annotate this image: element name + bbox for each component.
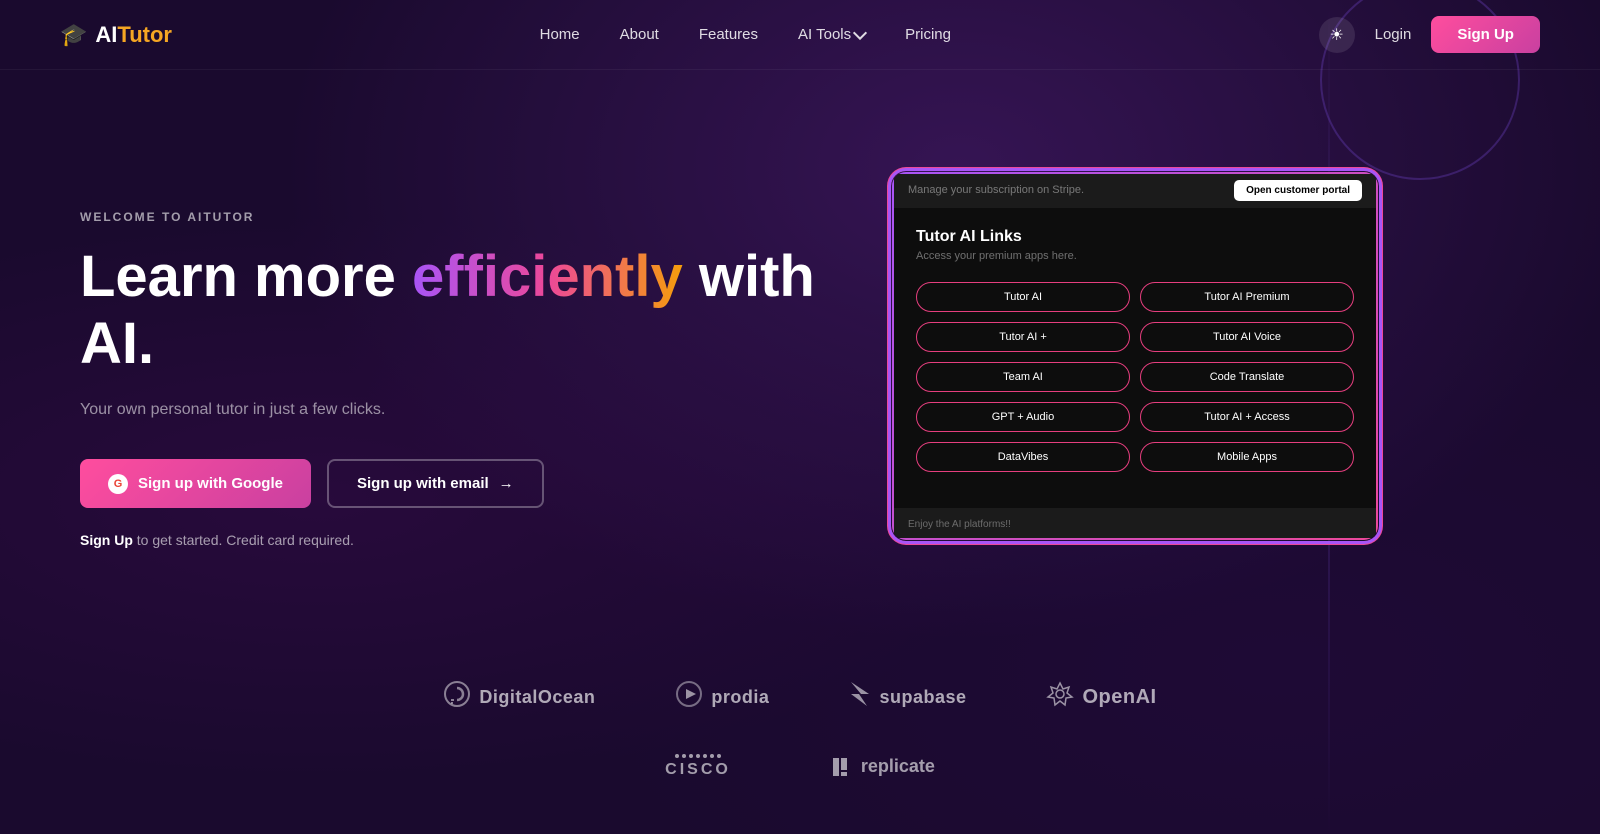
replicate-icon [831,756,853,778]
navbar: 🎓 AITutor Home About Features AI Tools P… [0,0,1600,70]
cisco-name: CISCO [665,761,731,779]
openai-icon [1046,680,1074,714]
nav-about[interactable]: About [620,26,659,43]
signup-note: Sign Up to get started. Credit card requ… [80,532,830,548]
hero-headline: Learn more efficiently with AI. [80,244,830,377]
google-btn-label: Sign up with Google [138,475,283,492]
open-portal-button[interactable]: Open customer portal [1234,180,1362,201]
nav-links: Home About Features AI Tools Pricing [540,26,951,44]
dashboard-section-title: Tutor AI Links [916,228,1354,246]
signup-note-rest: to get started. Credit card required. [133,532,354,548]
nav-home[interactable]: Home [540,26,580,43]
nav-features[interactable]: Features [699,26,758,43]
signup-nav-button[interactable]: Sign Up [1431,16,1540,53]
nav-ai-tools[interactable]: AI Tools [798,26,865,43]
dashboard-links-grid: Tutor AI Tutor AI Premium Tutor AI + Tut… [916,282,1354,472]
digitalocean-name: DigitalOcean [479,687,595,708]
supabase-icon [849,680,871,714]
partner-cisco: CISCO [665,754,731,779]
logo-text: AITutor [95,22,172,48]
hero-subtext: Your own personal tutor in just a few cl… [80,401,830,419]
prodia-icon [675,680,703,714]
dashboard-stripe-top: Manage your subscription on Stripe. Open… [892,172,1378,208]
logo-ai: AI [95,22,117,47]
headline-part1: Learn more [80,244,412,309]
dash-link-4[interactable]: Team AI [916,362,1130,392]
dashboard-body: Tutor AI Links Access your premium apps … [892,208,1378,508]
digitalocean-icon [443,680,471,714]
dash-link-2[interactable]: Tutor AI + [916,322,1130,352]
email-btn-label: Sign up with email [357,475,489,492]
signup-google-button[interactable]: G Sign up with Google [80,459,311,508]
logo: 🎓 AITutor [60,22,172,48]
partners-row1: DigitalOcean prodia supabase OpenAI [0,640,1600,754]
hero-right: Manage your subscription on Stripe. Open… [890,150,1390,542]
welcome-label: WELCOME TO AITUTOR [80,210,830,224]
signup-email-button[interactable]: Sign up with email → [327,459,544,508]
nav-actions: ☀ Login Sign Up [1319,16,1540,53]
dashboard-footer: Enjoy the AI platforms!! [892,508,1378,540]
partners-row2: CISCO replicate [0,754,1600,819]
partner-supabase: supabase [849,680,966,714]
replicate-name: replicate [861,756,935,777]
partner-digitalocean: DigitalOcean [443,680,595,714]
dash-link-0[interactable]: Tutor AI [916,282,1130,312]
dashboard-preview: Manage your subscription on Stripe. Open… [890,170,1380,542]
hero-buttons: G Sign up with Google Sign up with email… [80,459,830,508]
google-icon: G [108,474,128,494]
partner-openai: OpenAI [1046,680,1156,714]
dash-link-6[interactable]: GPT + Audio [916,402,1130,432]
hero-section: WELCOME TO AITUTOR Learn more efficientl… [0,70,1600,640]
logo-tutor: Tutor [117,22,172,47]
chevron-down-icon [853,26,867,40]
dashboard-footer-text: Enjoy the AI platforms!! [908,519,1011,530]
login-button[interactable]: Login [1375,26,1412,43]
partner-prodia: prodia [675,680,769,714]
dash-link-5[interactable]: Code Translate [1140,362,1354,392]
dash-link-1[interactable]: Tutor AI Premium [1140,282,1354,312]
dash-link-9[interactable]: Mobile Apps [1140,442,1354,472]
headline-emphasis: efficiently [412,244,683,309]
dash-link-8[interactable]: DataVibes [916,442,1130,472]
logo-icon: 🎓 [60,22,87,48]
dash-link-3[interactable]: Tutor AI Voice [1140,322,1354,352]
stripe-manage-text: Manage your subscription on Stripe. [908,184,1084,196]
dashboard-section-sub: Access your premium apps here. [916,250,1354,262]
arrow-icon: → [499,475,514,492]
dash-link-7[interactable]: Tutor AI + Access [1140,402,1354,432]
openai-name: OpenAI [1082,686,1156,709]
signup-note-bold: Sign Up [80,532,133,548]
theme-toggle-button[interactable]: ☀ [1319,17,1355,53]
nav-pricing[interactable]: Pricing [905,26,951,43]
supabase-name: supabase [879,687,966,708]
partner-replicate: replicate [831,756,935,778]
cisco-dots-row1 [675,754,721,758]
hero-left: WELCOME TO AITUTOR Learn more efficientl… [80,150,830,548]
prodia-name: prodia [711,687,769,708]
